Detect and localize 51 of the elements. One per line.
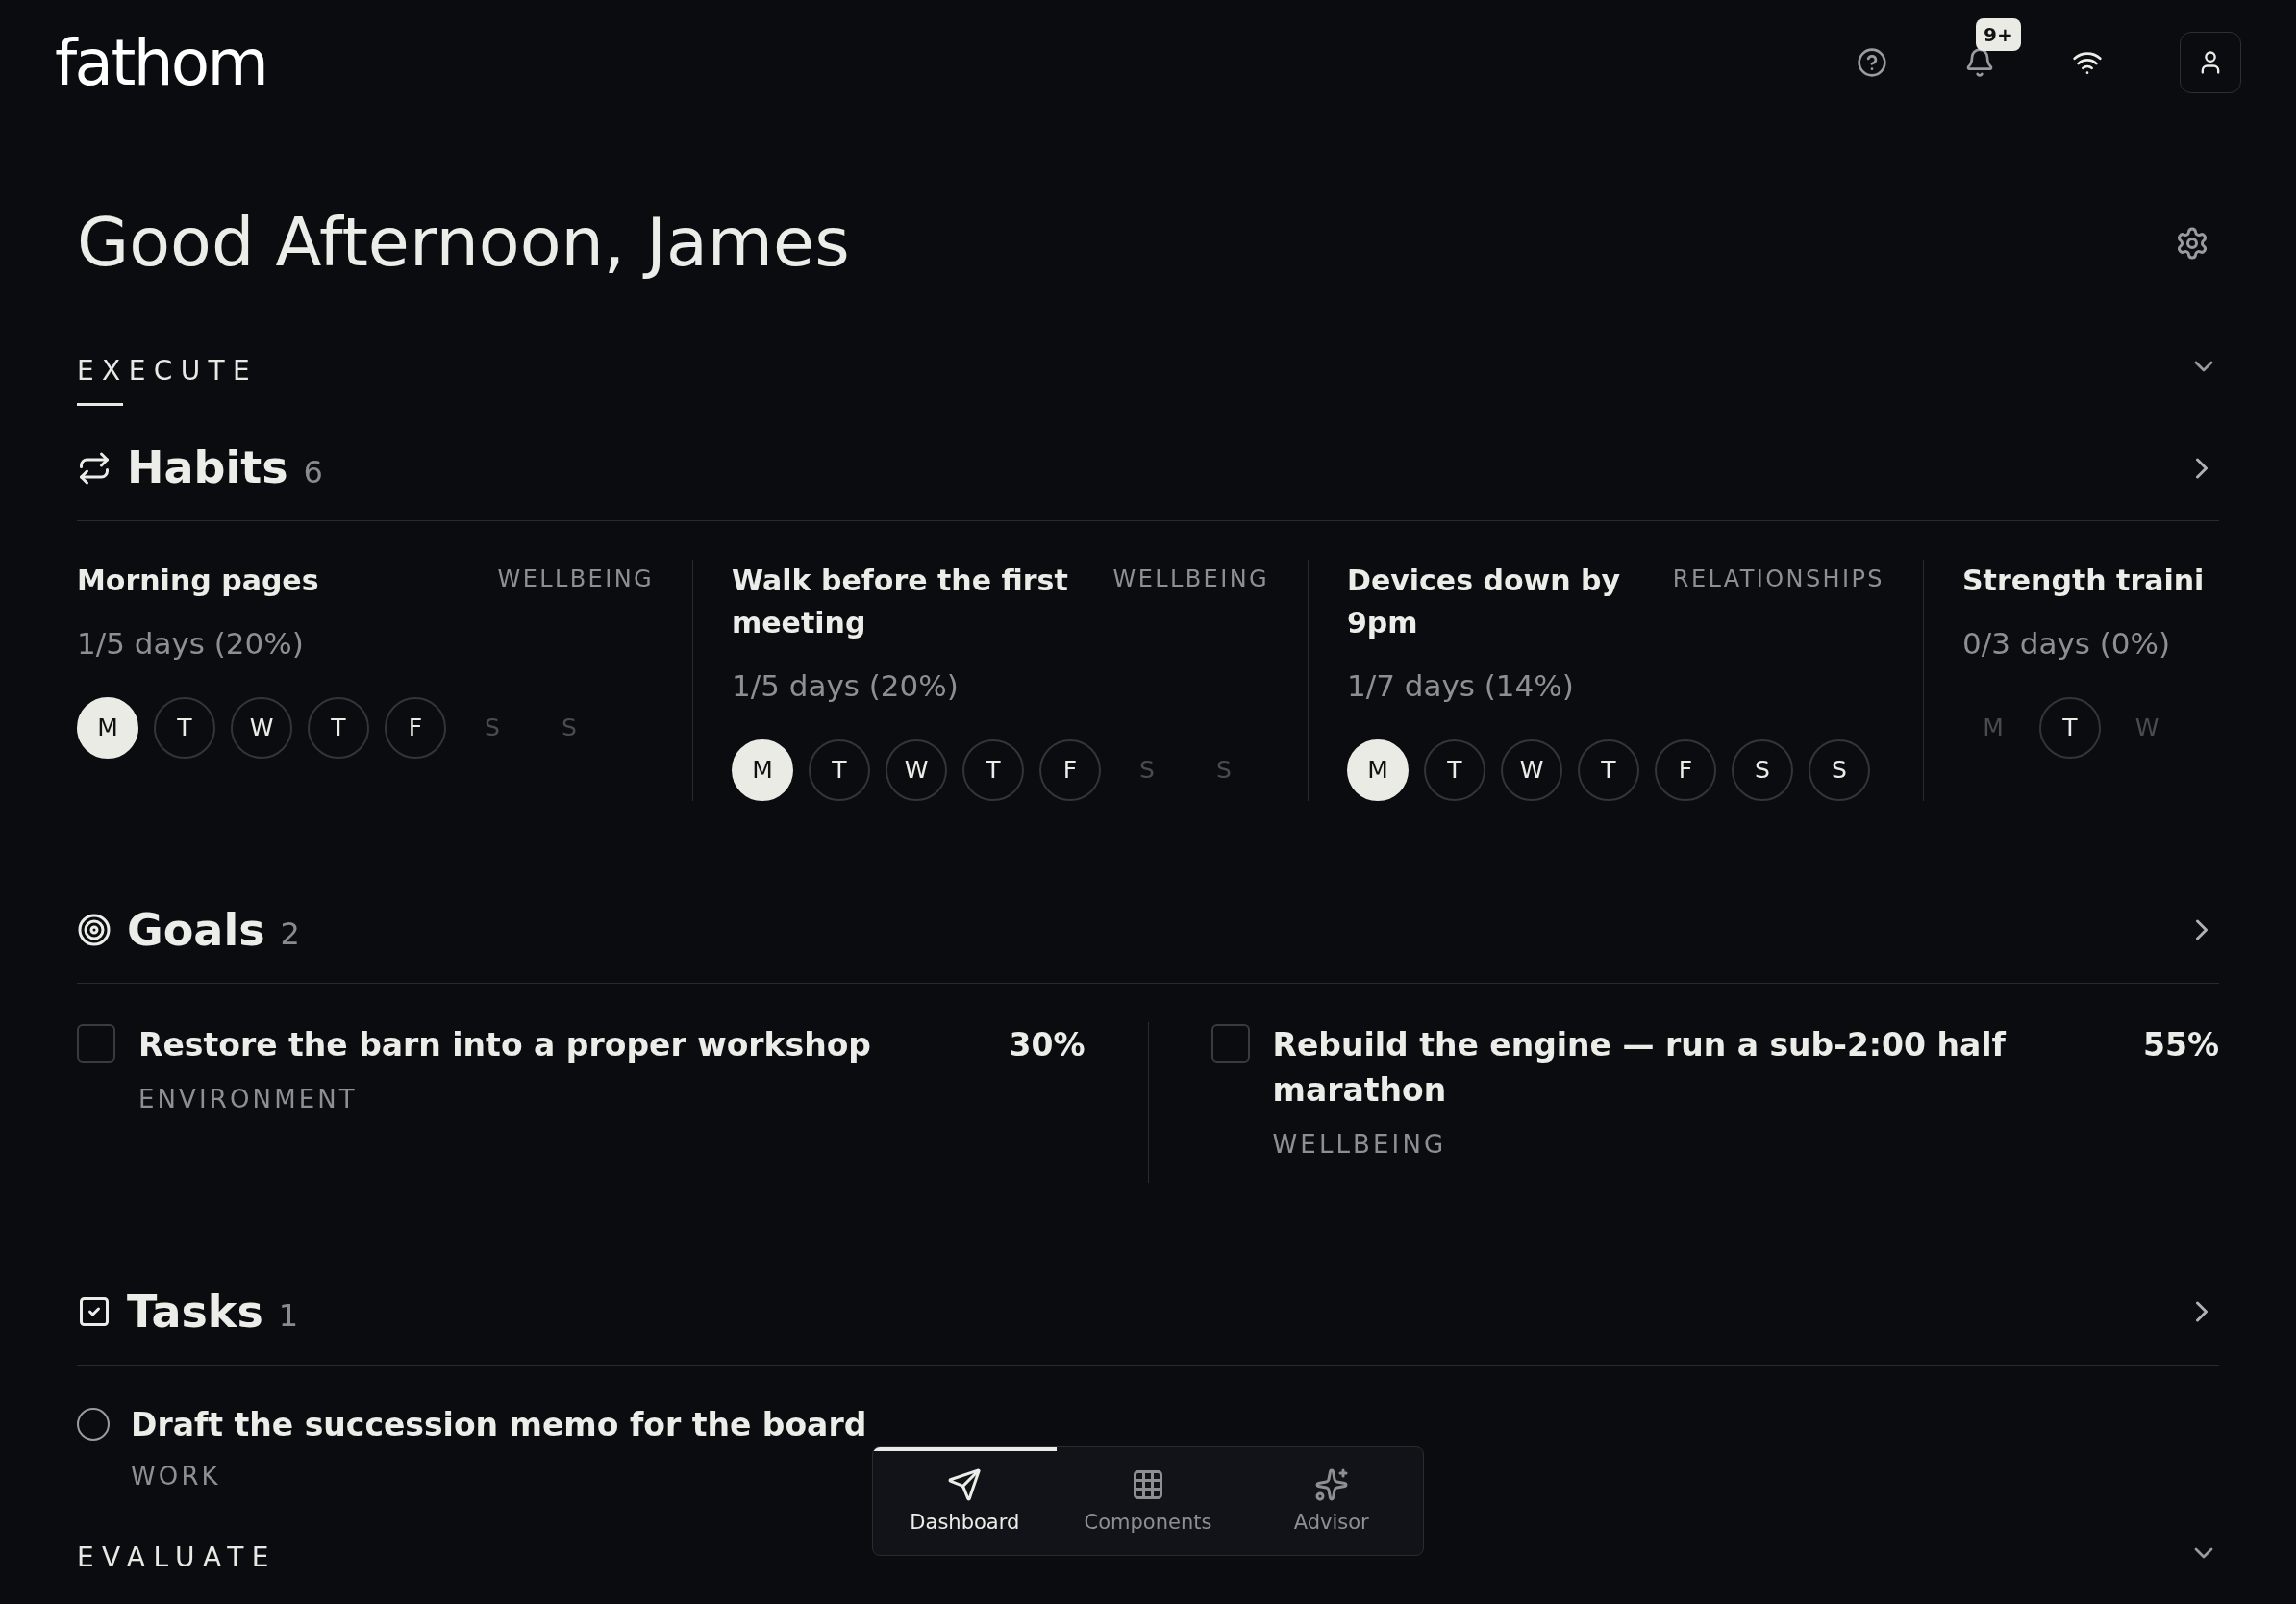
- nav-tab[interactable]: Advisor: [1239, 1447, 1423, 1555]
- nav-tab[interactable]: Components: [1056, 1447, 1240, 1555]
- notification-badge: 9+: [1976, 18, 2021, 51]
- day-toggle[interactable]: W: [231, 696, 292, 759]
- logo[interactable]: fathom: [55, 14, 267, 111]
- day-toggle[interactable]: M: [77, 696, 138, 759]
- day-toggle[interactable]: F: [1655, 739, 1716, 801]
- group-count: 6: [303, 452, 323, 492]
- day-toggle[interactable]: F: [1039, 739, 1101, 801]
- group-title: Goals: [127, 902, 265, 958]
- task-category: WORK: [131, 1460, 222, 1492]
- goal-percent: 30%: [1009, 1024, 1086, 1065]
- greeting: Good Afternoon, James: [77, 202, 850, 284]
- day-toggle[interactable]: T: [154, 696, 215, 759]
- day-toggle[interactable]: W: [886, 739, 947, 801]
- goal-category: ENVIRONMENT: [138, 1083, 359, 1115]
- day-toggle[interactable]: M: [1347, 739, 1409, 801]
- day-toggle[interactable]: T: [1424, 739, 1485, 801]
- nav-tab[interactable]: Dashboard: [873, 1447, 1057, 1555]
- task-title[interactable]: Draft the succession memo for the board: [131, 1403, 867, 1446]
- day-toggle[interactable]: T: [1578, 739, 1639, 801]
- habit-category: RELATIONSHIPS: [1672, 564, 1884, 594]
- days-completed-text: 1/7 days (14%): [1347, 667, 1575, 705]
- group-count: 1: [278, 1296, 299, 1336]
- goal-category: WELLBEING: [1272, 1128, 1448, 1161]
- days-completed-text: 1/5 days (20%): [77, 625, 305, 663]
- day-toggle[interactable]: W: [1501, 739, 1562, 801]
- group-title: Tasks: [127, 1284, 263, 1340]
- habit-title[interactable]: Morning pages: [77, 560, 490, 602]
- day-toggle[interactable]: T: [308, 696, 369, 759]
- section-label: EXECUTE: [77, 354, 259, 388]
- days-completed-text: 0/3 days (0%): [1962, 625, 2172, 663]
- days-completed-text: 1/5 days (20%): [732, 667, 960, 705]
- habit-category: WELLBEING: [1112, 564, 1269, 594]
- day-toggle[interactable]: T: [2039, 696, 2101, 759]
- day-toggle[interactable]: F: [385, 696, 446, 759]
- day-toggle[interactable]: S: [1809, 739, 1870, 801]
- habit-category: WELLBEING: [497, 564, 654, 594]
- day-toggle[interactable]: T: [962, 739, 1024, 801]
- day-toggle[interactable]: S: [1732, 739, 1793, 801]
- day-toggle[interactable]: T: [809, 739, 870, 801]
- habit-title[interactable]: Strength traini: [1962, 560, 2219, 602]
- habit-title[interactable]: Devices down by 9pm: [1347, 560, 1665, 644]
- goal-percent: 55%: [2143, 1024, 2219, 1065]
- habit-title[interactable]: Walk before the first meeting: [732, 560, 1106, 644]
- section-label: EVALUATE: [77, 1540, 277, 1575]
- goal-title[interactable]: Restore the barn into a proper workshop: [138, 1021, 871, 1067]
- group-count: 2: [280, 915, 300, 954]
- day-toggle[interactable]: M: [732, 739, 793, 801]
- goal-title[interactable]: Rebuild the engine — run a sub-2:00 half marathon: [1272, 1021, 2120, 1113]
- group-title: Habits: [127, 440, 288, 495]
